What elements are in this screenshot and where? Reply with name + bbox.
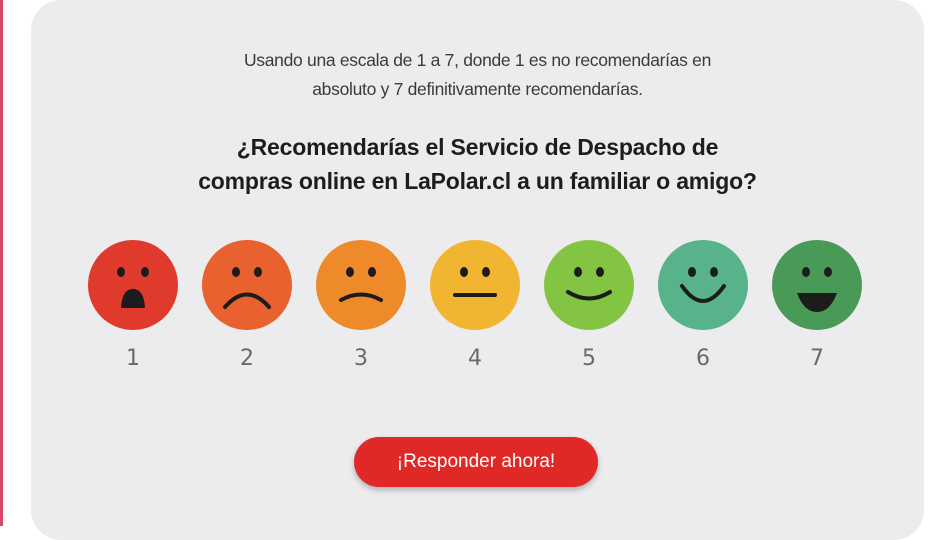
rating-label-5: 5	[582, 346, 596, 371]
scale-instructions: Usando una escala de 1 a 7, donde 1 es n…	[31, 46, 924, 104]
respond-now-button[interactable]: ¡Responder ahora!	[354, 437, 598, 487]
very-happy-face-icon[interactable]	[772, 240, 862, 330]
left-edge-line	[0, 0, 3, 526]
happy-face-icon[interactable]	[658, 240, 748, 330]
unhappy-face-icon[interactable]	[202, 240, 292, 330]
scale-instructions-line-2: absoluto y 7 definitivamente recomendarí…	[312, 79, 643, 99]
neutral-face-icon[interactable]	[430, 240, 520, 330]
rating-option-5[interactable]: 5	[543, 240, 635, 371]
rating-option-4[interactable]: 4	[429, 240, 521, 371]
rating-label-4: 4	[468, 346, 482, 371]
rating-label-2: 2	[240, 346, 254, 371]
rating-scale: 1 2 3 4 5 6 7	[31, 240, 924, 380]
rating-label-7: 7	[810, 346, 824, 371]
rating-option-1[interactable]: 1	[87, 240, 179, 371]
rating-label-6: 6	[696, 346, 710, 371]
rating-label-1: 1	[126, 346, 140, 371]
rating-option-7[interactable]: 7	[771, 240, 863, 371]
survey-question-line-2: compras online en LaPolar.cl a un famili…	[198, 168, 757, 194]
rating-option-3[interactable]: 3	[315, 240, 407, 371]
survey-question-line-1: ¿Recomendarías el Servicio de Despacho d…	[236, 134, 719, 160]
survey-question: ¿Recomendarías el Servicio de Despacho d…	[31, 130, 924, 198]
scale-instructions-line-1: Usando una escala de 1 a 7, donde 1 es n…	[243, 50, 712, 70]
survey-card: Usando una escala de 1 a 7, donde 1 es n…	[31, 0, 924, 540]
rating-option-2[interactable]: 2	[201, 240, 293, 371]
slightly-unhappy-face-icon[interactable]	[316, 240, 406, 330]
rating-option-6[interactable]: 6	[657, 240, 749, 371]
slightly-happy-face-icon[interactable]	[544, 240, 634, 330]
rating-label-3: 3	[354, 346, 368, 371]
very-unhappy-face-icon[interactable]	[88, 240, 178, 330]
